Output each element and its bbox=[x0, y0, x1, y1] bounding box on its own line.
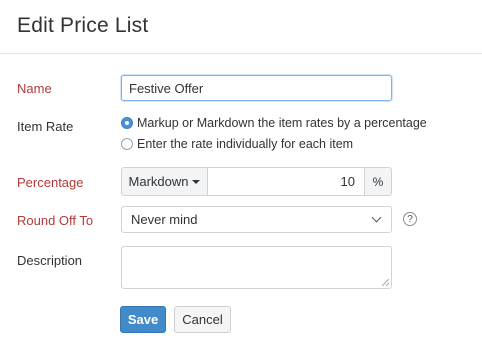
cancel-button[interactable]: Cancel bbox=[174, 306, 231, 333]
description-textarea[interactable] bbox=[121, 246, 392, 289]
caret-down-icon bbox=[192, 179, 201, 184]
percentage-input-group: Markdown 10 % bbox=[121, 167, 392, 196]
save-button[interactable]: Save bbox=[120, 306, 166, 333]
help-icon[interactable]: ? bbox=[403, 212, 417, 226]
percentage-label: Percentage bbox=[17, 175, 84, 190]
item-rate-option-percentage[interactable]: Markup or Markdown the item rates by a p… bbox=[121, 116, 427, 130]
name-input[interactable]: Festive Offer bbox=[121, 75, 392, 101]
round-off-select[interactable]: Never mind bbox=[121, 206, 392, 233]
resize-handle-icon[interactable] bbox=[382, 279, 389, 286]
page-title: Edit Price List bbox=[17, 14, 149, 37]
item-rate-label: Item Rate bbox=[17, 119, 74, 134]
markdown-dropdown-button[interactable]: Markdown bbox=[121, 167, 208, 196]
percentage-input[interactable]: 10 bbox=[208, 167, 364, 196]
chevron-down-icon bbox=[371, 212, 382, 223]
page-header: Edit Price List bbox=[0, 0, 482, 54]
name-label: Name bbox=[17, 81, 52, 96]
radio-selected-icon[interactable] bbox=[121, 117, 133, 129]
round-off-label: Round Off To bbox=[17, 213, 94, 228]
description-label: Description bbox=[17, 253, 83, 268]
radio-unselected-icon[interactable] bbox=[121, 138, 133, 150]
item-rate-option-label: Enter the rate individually for each ite… bbox=[137, 137, 354, 151]
round-off-selected-value: Never mind bbox=[131, 212, 198, 227]
item-rate-option-label: Markup or Markdown the item rates by a p… bbox=[137, 116, 427, 130]
markdown-dropdown-label: Markdown bbox=[128, 174, 189, 189]
percent-addon: % bbox=[364, 167, 392, 196]
item-rate-option-individual[interactable]: Enter the rate individually for each ite… bbox=[121, 137, 353, 151]
